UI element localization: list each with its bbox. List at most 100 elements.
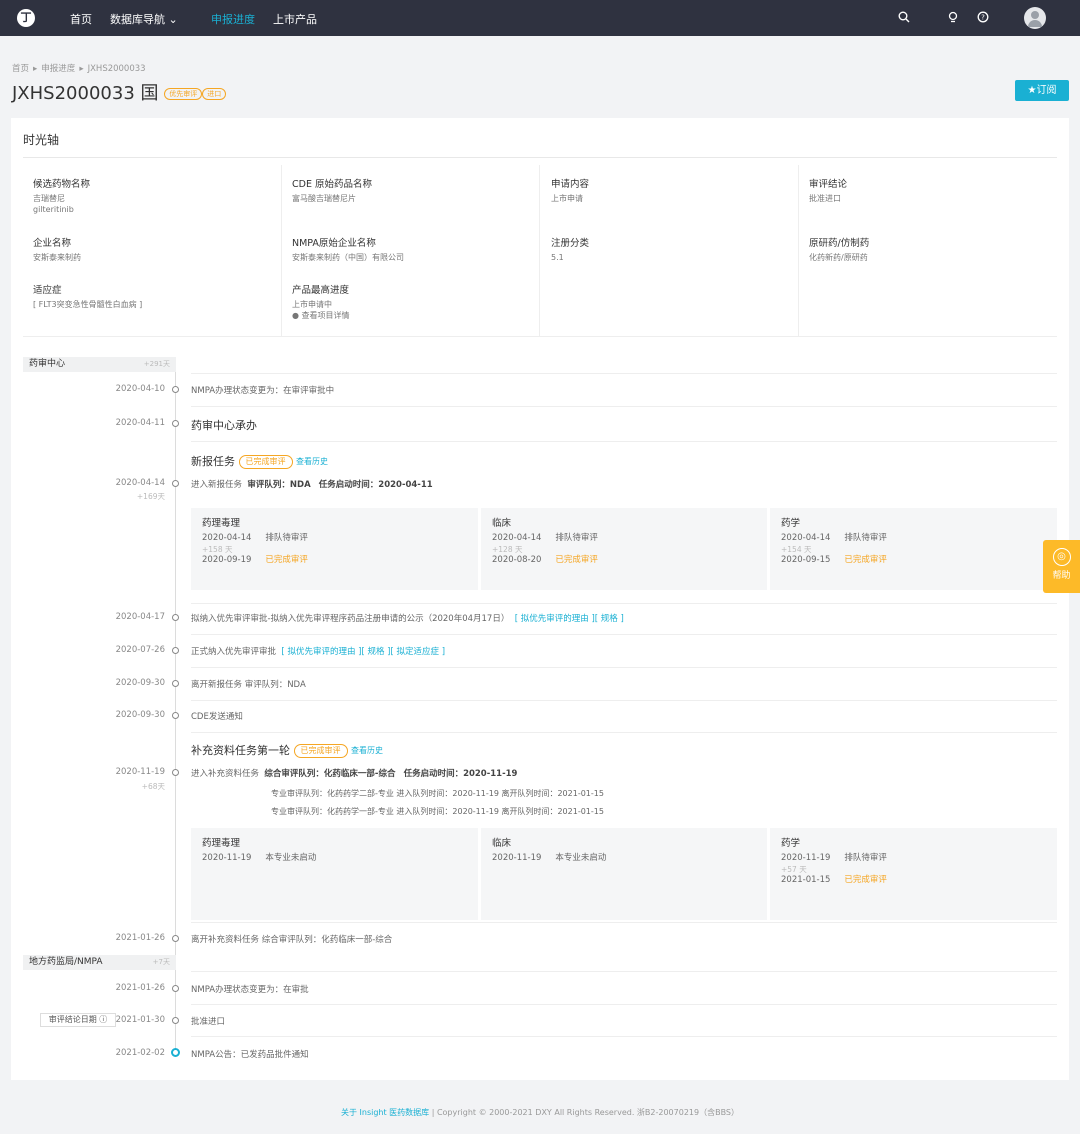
- box-date: 2020-09-19: [202, 555, 252, 565]
- status-badge: 已完成审评: [293, 744, 348, 758]
- reason-links[interactable]: [ 拟优先审评的理由 ][ 规格 ][ 拟定适应症 ]: [281, 647, 445, 657]
- footer: 关于 Insight 医药数据库 | Copyright © 2000-2021…: [0, 1107, 1080, 1118]
- timeline-dot: [172, 985, 179, 992]
- box-status: 本专业未启动: [555, 853, 607, 863]
- svg-text:?: ?: [981, 14, 985, 22]
- reason-links[interactable]: [ 拟优先审评的理由 ][ 规格 ]: [515, 614, 624, 624]
- box-status: 已完成审评: [844, 875, 887, 885]
- logo-icon[interactable]: 丁: [17, 9, 35, 27]
- task-title: 补充资料任务第一轮 已完成审评 查看历史: [191, 742, 383, 758]
- breadcrumb-progress[interactable]: 申报进度: [41, 64, 75, 74]
- divider: [191, 406, 1057, 407]
- box-date: 2020-04-14: [781, 533, 831, 543]
- timeline-dot: [172, 614, 179, 621]
- queue-line: 专业审评队列：化药药学二部-专业 进入队列时间：2020-11-19 离开队列时…: [271, 789, 604, 798]
- event-link[interactable]: NMPA公告：已发药品批件通知: [191, 1048, 309, 1060]
- event-days: +169天: [136, 492, 165, 501]
- review-box-clinical: 临床 2020-11-19 本专业未启动: [481, 828, 767, 920]
- review-queue: 审评队列：NDA: [247, 480, 311, 490]
- divider: [798, 165, 799, 337]
- event-date: 2020-07-26: [115, 645, 165, 655]
- project-detail-link[interactable]: ● 查看项目详情: [292, 310, 532, 321]
- field-label: 审评结论: [809, 179, 848, 190]
- field-cde-name: CDE 原始药品名称 富马酸吉瑞替尼片: [292, 176, 532, 204]
- timeline-dot: [172, 420, 179, 427]
- field-original-generic: 原研药/仿制药 化药新药/原研药: [809, 235, 1049, 263]
- field-value: 化药新药/原研药: [809, 253, 868, 262]
- box-status: 已完成审评: [555, 555, 598, 565]
- section-label-text: 地方药监局/NMPA: [29, 957, 103, 967]
- field-label: 原研药/仿制药: [809, 238, 870, 249]
- avatar[interactable]: [1024, 7, 1046, 29]
- box-date: 2020-04-14: [202, 533, 252, 543]
- top-nav: 丁 首页 数据库导航 ⌄ 申报进度 上市产品 ?: [0, 0, 1080, 36]
- indication-link[interactable]: [ FLT3突变急性骨髓性白血病 ]: [33, 299, 273, 310]
- timeline-dot: [172, 1017, 179, 1024]
- subscribe-button[interactable]: ★订阅: [1015, 80, 1069, 101]
- box-date: 2020-09-15: [781, 555, 831, 565]
- box-date: 2020-11-19: [492, 853, 542, 863]
- event-prefix: 进入补充资料任务: [191, 769, 260, 779]
- field-candidate-drug: 候选药物名称 吉瑞替尼 gilteritinib: [33, 176, 273, 215]
- box-title: 药理毒理: [202, 518, 241, 529]
- review-box-clinical: 临床 2020-04-14 排队待审评 +128 天 2020-08-20 已完成审…: [481, 508, 767, 590]
- help-button[interactable]: ◎ 帮助: [1043, 540, 1080, 593]
- nav-home[interactable]: 首页: [70, 11, 92, 27]
- timeline-dot: [172, 769, 179, 776]
- event-text: NMPA办理状态变更为：在审批: [191, 985, 309, 995]
- field-label: CDE 原始药品名称: [292, 179, 372, 190]
- help-icon: ◎: [1052, 548, 1071, 566]
- review-queue: 综合审评队列：化药临床一部-综合: [264, 769, 396, 779]
- history-link[interactable]: 查看历史: [351, 746, 383, 755]
- queue-line: 专业审评队列：化药药学一部-专业 进入队列时间：2020-11-19 离开队列时…: [271, 807, 604, 816]
- event-date: 2020-09-30: [115, 678, 165, 688]
- nav-progress[interactable]: 申报进度: [211, 11, 255, 27]
- event-days: +68天: [141, 782, 165, 791]
- box-title: 临床: [492, 838, 512, 849]
- footer-copyright: | Copyright © 2000-2021 DXY All Rights R…: [429, 1108, 740, 1117]
- nav-products[interactable]: 上市产品: [273, 11, 317, 27]
- task-start-time: 任务启动时间：2020-11-19: [403, 769, 518, 779]
- divider: [191, 441, 1057, 442]
- import-tag: 进口: [202, 88, 227, 100]
- field-application: 申请内容 上市申请: [551, 176, 791, 204]
- field-indication: 适应症 [ FLT3突变急性骨髓性白血病 ]: [33, 282, 273, 310]
- event-text: 药审中心承办: [191, 419, 257, 432]
- box-title: 药学: [781, 518, 801, 529]
- review-box-pharmacy: 药学 2020-04-14 排队待审评 +154 天 2020-09-15 已完成审…: [770, 508, 1057, 590]
- event-prefix: 进入新报任务: [191, 480, 243, 490]
- box-date: 2020-04-14: [492, 533, 542, 543]
- nav-database[interactable]: 数据库导航 ⌄: [110, 11, 178, 27]
- field-company: 企业名称 安斯泰来制药: [33, 235, 273, 263]
- field-label: 产品最高进度: [292, 285, 350, 296]
- field-label: 注册分类: [551, 238, 590, 249]
- priority-tag: 优先审评: [164, 88, 203, 100]
- event-text: 进入新报任务 审评队列：NDA 任务启动时间：2020-04-11: [191, 478, 433, 490]
- box-days: +158 天: [202, 545, 233, 554]
- box-status: 排队待审评: [844, 853, 887, 863]
- review-box-pharm-tox: 药理毒理 2020-11-19 本专业未启动: [191, 828, 478, 920]
- field-value: 5.1: [551, 253, 564, 262]
- breadcrumb-current: JXHS2000033: [87, 64, 146, 74]
- event-date: 2021-01-30: [115, 1015, 165, 1025]
- section-days: +291天: [143, 360, 170, 368]
- lightbulb-icon[interactable]: [946, 11, 960, 25]
- divider: [191, 603, 1057, 604]
- breadcrumb-home[interactable]: 首页: [12, 64, 29, 74]
- event-desc: 正式纳入优先审评审批: [191, 647, 277, 657]
- info-grid: 候选药物名称 吉瑞替尼 gilteritinib CDE 原始药品名称 富马酸吉…: [23, 165, 1057, 337]
- review-box-pharmacy: 药学 2020-11-19 排队待审评 +57 天 2021-01-15 已完成审评: [770, 828, 1057, 920]
- history-link[interactable]: 查看历史: [296, 457, 328, 466]
- box-date: 2021-01-15: [781, 875, 831, 885]
- search-icon[interactable]: [897, 11, 911, 25]
- footer-about-link[interactable]: 关于 Insight 医药数据库: [341, 1108, 429, 1117]
- divider: [539, 165, 540, 337]
- event-date: 2020-04-10: [115, 384, 165, 394]
- divider: [191, 667, 1057, 668]
- field-value: 批准进口: [809, 194, 841, 203]
- divider: [191, 373, 1057, 374]
- field-value: gilteritinib: [33, 205, 74, 214]
- help-circle-icon[interactable]: ?: [976, 11, 990, 25]
- section-label-nmpa: 地方药监局/NMPA +7天: [23, 955, 176, 970]
- task-title-text: 补充资料任务第一轮: [191, 744, 290, 757]
